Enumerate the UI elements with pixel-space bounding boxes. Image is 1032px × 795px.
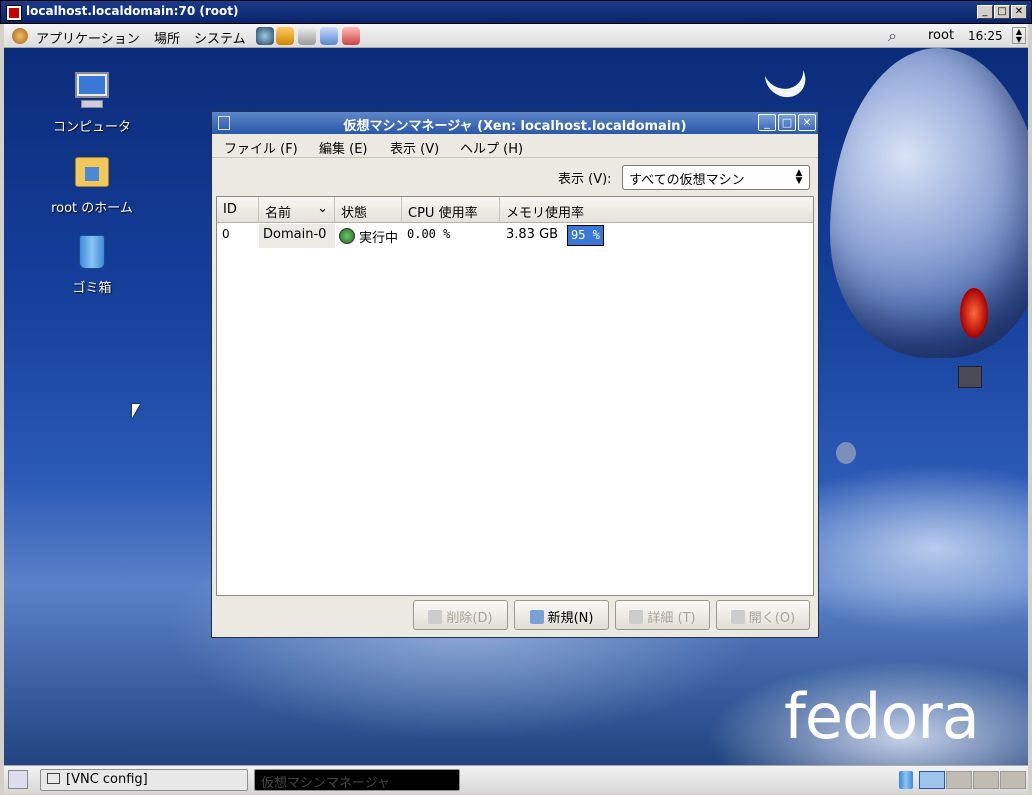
vm-list[interactable]: ID 名前 ⌄ 状態 CPU 使用率 メモリ使用率 0 Domain-0 実行中… [216,196,814,596]
virt-manager-window: 仮想マシンマネージャ (Xen: localhost.localdomain) … [211,111,819,638]
computer-icon [71,70,113,112]
app-titlebar[interactable]: 仮想マシンマネージャ (Xen: localhost.localdomain) … [212,112,818,134]
column-header-status[interactable]: 状態 [335,197,402,223]
home-folder-icon [71,151,113,193]
fedora-logo: fedora [784,680,980,753]
menu-applications[interactable]: アプリケーション [36,28,140,47]
vm-name: Domain-0 [259,224,335,248]
gnome-foot-icon[interactable] [12,28,28,44]
select-arrows-icon: ▲ ▼ [795,168,803,186]
menu-places[interactable]: 場所 [154,28,180,47]
wrench-icon [629,610,644,624]
vnc-window-title: localhost.localdomain:70 (root) [26,4,239,18]
trash-icon [428,610,443,624]
vm-memory-usage: 3.83 GB [506,227,559,242]
menu-help[interactable]: ヘルプ (H) [460,138,523,157]
bottom-panel: [VNC config] 仮想マシンマネージャ [4,765,1028,793]
task-label: [VNC config] [66,772,148,787]
workspace-2[interactable] [946,771,972,789]
view-filter-label: 表示 (V): [558,172,612,187]
open-button[interactable]: 開く(O) [716,600,810,630]
menu-system[interactable]: システム [194,28,246,47]
new-button[interactable]: 新規(N) [514,600,609,630]
desktop-icon-label: ゴミ箱 [72,281,112,296]
details-button-label: 詳細 (T) [647,611,696,626]
new-button-label: 新規(N) [547,611,594,626]
app-close-button[interactable]: ✕ [798,114,816,131]
delete-button-label: 削除(D) [446,611,493,626]
column-header-name[interactable]: 名前 ⌄ [259,197,335,223]
balloon-basket-decoration [958,366,982,388]
open-icon [730,610,745,624]
task-virt-manager[interactable]: 仮想マシンマネージャ [254,769,460,791]
balloon-decoration [830,48,1028,358]
workspace-1[interactable] [919,771,945,789]
vnc-logo-icon [6,5,22,21]
column-header-cpu[interactable]: CPU 使用率 [402,197,500,223]
window-icon [47,773,60,784]
vm-id: 0 [222,227,230,241]
presentation-icon[interactable] [320,27,338,45]
app-minimize-button[interactable]: _ [758,114,776,131]
top-panel: アプリケーション 場所 システム ⌕ root 16:25 ▲ ▼ [4,24,1028,48]
sort-chevron-icon: ⌄ [317,201,328,216]
column-header-memory[interactable]: メモリ使用率 [500,197,813,223]
vnc-close-button[interactable]: ✕ [1011,5,1027,19]
trash-applet-icon[interactable] [899,771,913,789]
desktop-computer[interactable]: コンピュータ [42,70,142,135]
open-button-label: 開く(O) [748,611,796,626]
show-desktop-icon[interactable] [8,770,28,789]
desktop-icon-label: コンピュータ [52,120,131,135]
menu-view[interactable]: 表示 (V) [390,138,439,157]
app-menubar: ファイル (F) 編集 (E) 表示 (V) ヘルプ (H) [212,134,818,158]
app-maximize-button[interactable]: □ [778,114,796,131]
web-browser-icon[interactable] [256,27,274,45]
search-icon[interactable]: ⌕ [888,26,897,46]
panel-scroll-icon[interactable]: ▲ ▼ [1012,27,1026,44]
column-header-id[interactable]: ID [217,197,259,223]
desktop-home[interactable]: root のホーム [42,151,142,216]
desktop-icon-label: root のホーム [51,201,133,216]
vm-state: 実行中 [359,231,399,246]
task-vnc-config[interactable]: [VNC config] [40,769,248,791]
update-icon[interactable] [342,27,360,45]
delete-button[interactable]: 削除(D) [413,600,508,630]
mail-icon[interactable] [276,27,294,45]
new-vm-icon [529,610,544,624]
workspace-4[interactable] [1000,771,1026,789]
trash-icon [71,231,113,273]
menu-edit[interactable]: 編集 (E) [319,138,368,157]
vnc-maximize-button[interactable]: □ [994,5,1010,19]
view-filter-value: すべての仮想マシン [629,173,745,188]
desktop-trash[interactable]: ゴミ箱 [42,231,142,296]
running-status-icon [339,228,355,244]
clock[interactable]: 16:25 [968,29,1003,43]
mouse-cursor-icon [132,404,140,418]
vm-memory-percent: 95 % [567,225,604,246]
view-filter-select[interactable]: すべての仮想マシン ▲ ▼ [622,165,810,190]
menu-file[interactable]: ファイル (F) [224,138,298,157]
app-title: 仮想マシンマネージャ (Xen: localhost.localdomain) [343,119,687,134]
column-header-name-label: 名前 [265,206,292,221]
username: root [928,28,955,43]
workspace-3[interactable] [973,771,999,789]
details-button[interactable]: 詳細 (T) [615,600,710,630]
vnc-minimize-button[interactable]: _ [977,5,993,19]
moon-decoration [755,48,812,97]
vnc-window-titlebar: localhost.localdomain:70 (root) _ □ ✕ [0,0,1032,24]
task-label: 仮想マシンマネージャ [261,776,391,791]
small-balloon-decoration [836,442,856,464]
writer-icon[interactable] [298,27,316,45]
vm-cpu-usage: 0.00 % [407,227,451,241]
